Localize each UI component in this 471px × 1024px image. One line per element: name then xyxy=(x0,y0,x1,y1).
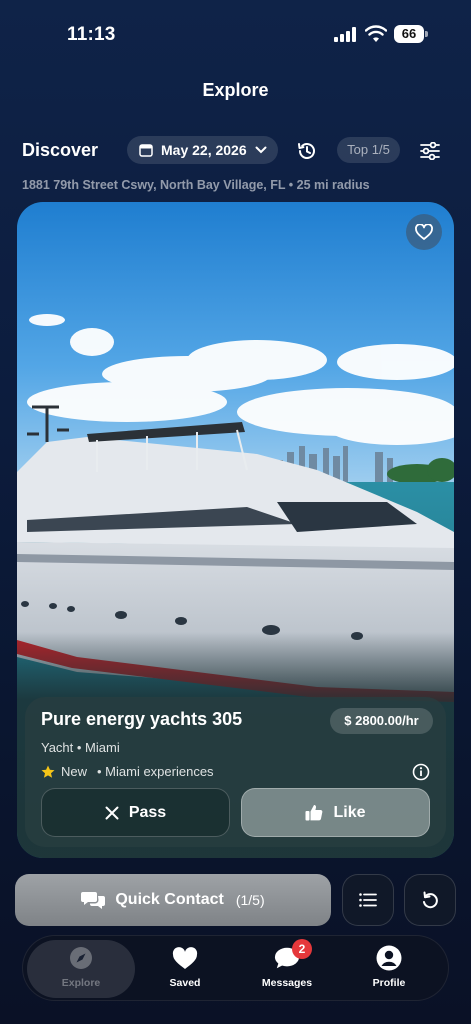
tab-bar: Explore Saved 2 Messages Profile xyxy=(22,935,449,1001)
heart-outline-icon xyxy=(415,224,433,240)
filter-button[interactable] xyxy=(417,138,443,164)
like-label: Like xyxy=(333,803,366,821)
date-label: May 22, 2026 xyxy=(161,142,247,158)
list-icon xyxy=(359,893,377,907)
heart-icon xyxy=(172,946,198,969)
pass-label: Pass xyxy=(128,803,167,821)
listing-type-location: Yacht • Miami xyxy=(41,740,120,755)
compass-icon xyxy=(70,947,92,969)
page-title: Explore xyxy=(202,80,269,100)
quick-contact-button[interactable]: Quick Contact (1/5) xyxy=(15,874,331,926)
listing-tags: New • Miami experiences xyxy=(41,764,214,779)
status-time: 11:13 xyxy=(67,24,116,45)
info-icon[interactable] xyxy=(412,763,430,781)
tab-saved[interactable]: Saved xyxy=(131,940,239,998)
tab-messages[interactable]: 2 Messages xyxy=(233,939,341,998)
date-picker-button[interactable]: May 22, 2026 xyxy=(127,136,278,164)
thumbs-up-icon xyxy=(305,805,323,821)
listing-card[interactable]: Pure energy yachts 305 $ 2800.00/hr Yach… xyxy=(17,202,454,858)
price-badge: $ 2800.00/hr xyxy=(330,708,433,734)
new-tag: New xyxy=(61,764,88,779)
signal-icon xyxy=(334,27,356,42)
chevron-down-icon xyxy=(255,146,267,154)
tab-label-saved: Saved xyxy=(169,977,201,989)
undo-icon xyxy=(423,891,438,909)
like-button[interactable]: Like xyxy=(241,788,430,837)
close-icon xyxy=(105,806,119,819)
battery-level: 66 xyxy=(394,25,424,43)
tab-profile[interactable]: Profile xyxy=(335,940,443,998)
tab-explore[interactable]: Explore xyxy=(27,940,135,998)
tab-label-profile: Profile xyxy=(372,977,406,989)
listing-title: Pure energy yachts 305 xyxy=(41,709,243,729)
star-icon xyxy=(41,765,55,778)
top-counter[interactable]: Top 1/5 xyxy=(337,137,400,163)
quick-contact-label: Quick Contact xyxy=(115,891,224,908)
list-view-button[interactable] xyxy=(342,874,394,926)
history-icon xyxy=(298,143,315,159)
pass-button[interactable]: Pass xyxy=(41,788,230,837)
battery-icon: 66 xyxy=(394,25,428,43)
favorite-button[interactable] xyxy=(406,214,442,250)
discover-heading: Discover xyxy=(22,140,99,160)
sliders-icon xyxy=(420,142,440,160)
tab-label-explore: Explore xyxy=(61,977,101,989)
status-bar: 11:13 66 xyxy=(0,0,471,60)
person-icon xyxy=(376,945,402,971)
undo-button[interactable] xyxy=(404,874,456,926)
tab-label-messages: Messages xyxy=(261,977,313,989)
quick-contact-count: (1/5) xyxy=(235,892,265,908)
messages-badge: 2 xyxy=(292,939,312,959)
calendar-icon xyxy=(139,144,153,157)
chat-bubbles-icon xyxy=(81,892,106,909)
experience-tag: • Miami experiences xyxy=(97,764,214,779)
wifi-icon xyxy=(365,25,387,42)
search-location: 1881 79th Street Cswy, North Bay Village… xyxy=(22,178,370,192)
history-button[interactable] xyxy=(294,138,320,164)
